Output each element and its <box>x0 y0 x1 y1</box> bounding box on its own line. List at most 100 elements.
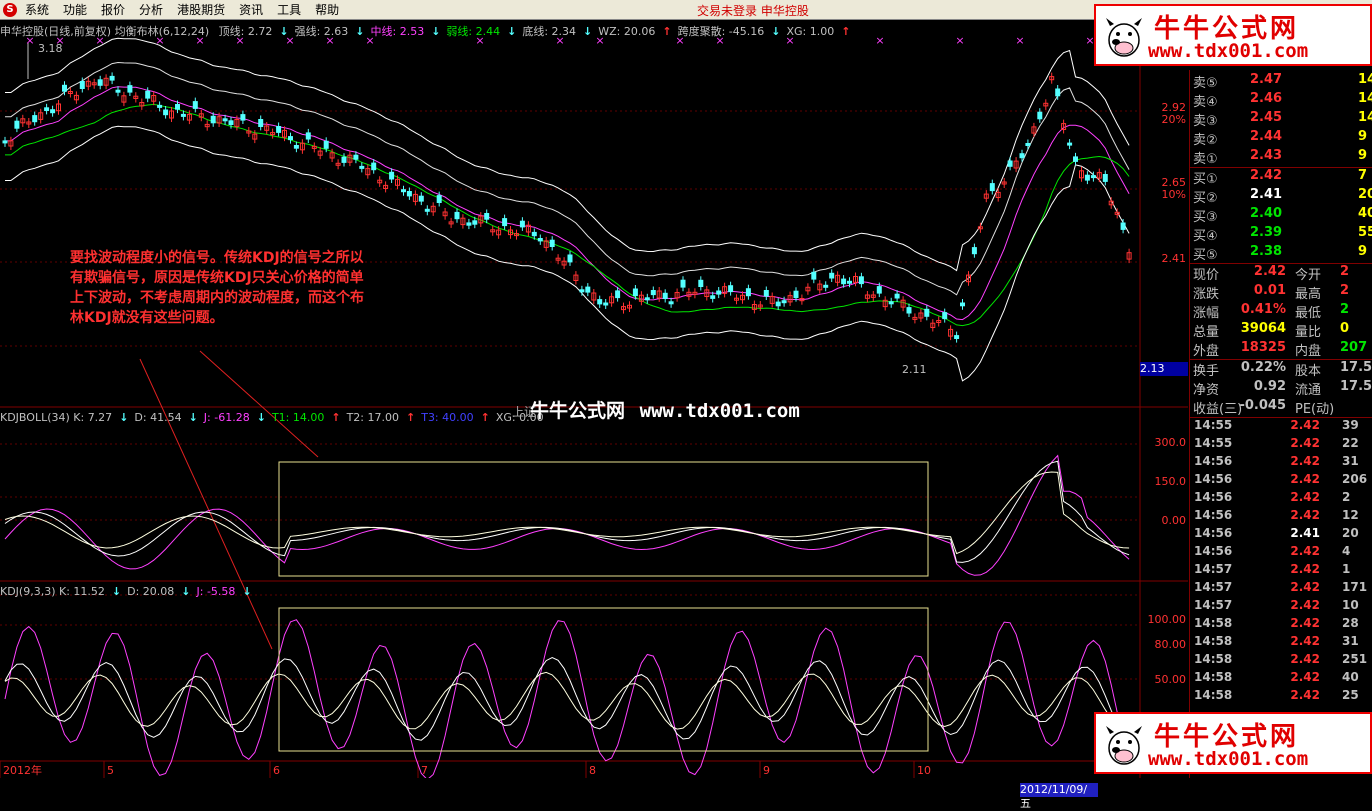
tick-price: 2.41 <box>1290 526 1320 540</box>
candle-body <box>240 114 246 121</box>
candle-body <box>971 247 977 255</box>
menu-item-help[interactable]: 帮助 <box>311 1 349 18</box>
candle-body <box>466 222 472 226</box>
candle-body <box>823 284 829 288</box>
brand-url: www.tdx001.com <box>1148 40 1309 62</box>
stat-label: 最高 <box>1295 287 1322 302</box>
candle-body <box>858 276 864 285</box>
login-status: 交易未登录 申华控股 <box>697 4 809 18</box>
stat-label: 总量 <box>1193 325 1220 340</box>
candle-body <box>109 75 115 81</box>
candle-body <box>32 115 38 123</box>
tick-row: 14:56 2.42 12 <box>1190 508 1372 526</box>
tick-row: 14:57 2.42 171 <box>1190 580 1372 598</box>
candle-body <box>424 208 430 212</box>
tick-time: 14:57 <box>1194 580 1233 594</box>
menu-item-news[interactable]: 资讯 <box>235 1 273 18</box>
kdjboll-axis-label: 0.00 <box>1162 514 1187 527</box>
stat-value: 0.92 <box>1253 379 1286 394</box>
main_header-value: XG: 1.00 <box>786 25 835 38</box>
main-chart-title: 申华控股(日线,前复权) 均衡布林(6,12,24) <box>0 25 210 38</box>
date-axis-label: 6 <box>273 764 280 777</box>
stat-value: 2 <box>1340 264 1350 279</box>
stat-value: -0.045 <box>1239 398 1286 413</box>
up-arrow-icon: ↑ <box>662 25 672 38</box>
candle-body <box>157 104 163 108</box>
stat-label: 换手 <box>1193 364 1220 379</box>
candle-body <box>763 290 769 297</box>
stat-value: 0 <box>1340 321 1350 336</box>
tick-price: 2.42 <box>1290 490 1320 504</box>
candle-body <box>192 101 198 109</box>
down-arrow-icon: ↓ <box>431 25 441 38</box>
stat-value: 17.5 <box>1340 379 1372 394</box>
candle-body <box>1007 160 1013 167</box>
kdjboll-j-line <box>4 454 1130 576</box>
menu-item-function[interactable]: 功能 <box>59 1 97 18</box>
menu-item-quote[interactable]: 报价 <box>97 1 135 18</box>
buy-level-label: 买① <box>1193 172 1218 187</box>
tick-volume: 206 <box>1342 472 1368 486</box>
candle-body <box>14 120 20 129</box>
candle-body <box>50 109 56 114</box>
stat-value: 18325 <box>1240 340 1286 355</box>
tick-volume: 251 <box>1342 652 1368 666</box>
buy-level-label: 买③ <box>1193 210 1218 225</box>
candle-body <box>62 84 67 92</box>
watermark-cn: 牛牛公式网 <box>530 400 626 422</box>
buy-level-label: 买② <box>1193 191 1218 206</box>
sell-level-label: 卖⑤ <box>1193 76 1218 91</box>
candle-body <box>597 299 603 305</box>
candle-body <box>537 238 543 242</box>
tick-price: 2.42 <box>1290 580 1320 594</box>
center-watermark: 牛牛公式网 www.tdx001.com <box>530 396 800 423</box>
menu-item-tools[interactable]: 工具 <box>273 1 311 18</box>
price-axis-label: 2.41 <box>1162 252 1187 265</box>
date-axis-label: 10 <box>917 764 931 777</box>
chart-area[interactable]: 2.92 20% 2.65 10% 2.41 300.0 150.0 0.00 100.00 80… <box>0 19 1188 810</box>
candle-body <box>210 115 216 124</box>
candle-body <box>127 85 133 93</box>
candle-body <box>222 118 228 122</box>
down-arrow-icon: ↓ <box>256 411 266 424</box>
tick-time: 14:58 <box>1194 670 1233 684</box>
candle-body <box>960 302 965 307</box>
candle-body <box>644 297 650 301</box>
sell-volume: 14 <box>1358 91 1372 106</box>
candle-body <box>829 272 835 279</box>
down-arrow-icon: ↓ <box>188 411 198 424</box>
sell-volume: 14 <box>1358 72 1372 87</box>
main_header-value: 弱线: 2.44 <box>446 25 501 38</box>
tick-time: 14:58 <box>1194 634 1233 648</box>
up-arrow-icon: ↑ <box>331 411 341 424</box>
tick-row: 14:56 2.42 31 <box>1190 454 1372 472</box>
tick-row: 14:58 2.42 25 <box>1190 688 1372 706</box>
candle-body <box>650 290 656 296</box>
menu-item-system[interactable]: 系统 <box>21 1 59 18</box>
candle-body <box>288 136 293 141</box>
menu-item-hk-futures[interactable]: 港股期货 <box>173 1 235 18</box>
tick-row: 14:56 2.42 2 <box>1190 490 1372 508</box>
down-arrow-icon: ↓ <box>583 25 593 38</box>
candle-body <box>2 140 8 144</box>
sell-price: 2.46 <box>1250 91 1283 106</box>
buy-row: 买⑤ 2.38 9 <box>1190 244 1372 263</box>
candle-body <box>484 213 490 220</box>
sell-volume: 9 <box>1358 129 1368 144</box>
candle-body <box>359 165 365 169</box>
kdj-indicator-header: KDJ(9,3,3) K: 11.52 ↓ D: 20.08 ↓ J: -5.58 ↓ <box>0 585 258 598</box>
candle-body <box>668 301 674 305</box>
tick-time: 14:56 <box>1194 454 1233 468</box>
tick-row: 14:58 2.42 28 <box>1190 616 1372 634</box>
date-axis-label: 2012年 <box>3 763 42 777</box>
stat-label: 现价 <box>1193 268 1220 283</box>
candle-body <box>519 220 525 228</box>
stat-label: PE(动) <box>1295 402 1335 417</box>
candle-body <box>1067 142 1073 146</box>
menu-item-analysis[interactable]: 分析 <box>135 1 173 18</box>
kdjboll_header-value: D: 41.54 <box>134 411 182 424</box>
kdjboll-axis-label: 300.0 <box>1155 436 1187 449</box>
tick-row: 14:56 2.42 206 <box>1190 472 1372 490</box>
candle-body <box>454 211 460 220</box>
buy-row: 买④ 2.39 55 <box>1190 225 1372 244</box>
